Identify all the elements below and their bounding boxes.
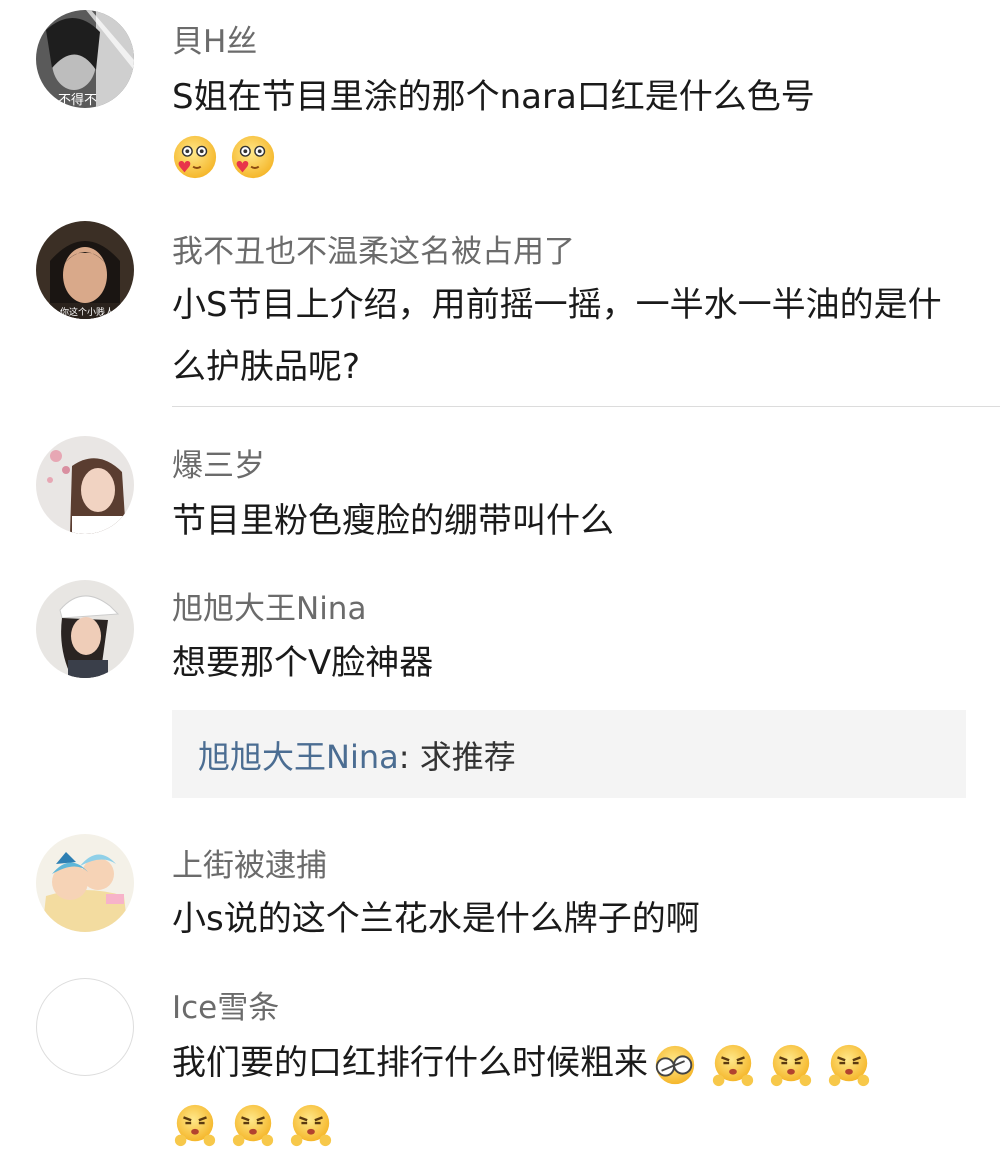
svg-text:你这个小贱人: 你这个小贱人 [60, 306, 114, 318]
emoji-row [172, 1092, 970, 1154]
svg-text:不得不: 不得不 [58, 92, 97, 108]
pouting-emoji [712, 1044, 754, 1086]
avatar[interactable]: 你这个小贱人 [36, 221, 134, 319]
avatar[interactable] [36, 436, 134, 534]
pouting-emoji [828, 1044, 870, 1086]
reply-text: 旭旭大王Nina: 求推荐 [198, 732, 516, 778]
reply-body: 求推荐 [419, 738, 516, 776]
username[interactable]: 我不丑也不温柔这名被占用了 [172, 226, 575, 271]
avatar[interactable]: 不得不 [36, 10, 134, 108]
comment-text: 我们要的口红排行什么时候粗来 [172, 1032, 970, 1094]
username[interactable]: Ice雪条 [172, 982, 279, 1027]
username[interactable]: 爆三岁 [172, 440, 265, 485]
love-face-emoji [173, 135, 217, 178]
reply-separator: : [398, 738, 420, 776]
pouting-emoji [770, 1044, 812, 1086]
comment-text: 小s说的这个兰花水是什么牌子的啊 [172, 899, 700, 939]
reply-username[interactable]: 旭旭大王Nina [198, 738, 399, 776]
comment-text: S姐在节目里涂的那个nara口红是什么色号 [172, 77, 815, 117]
divider [172, 406, 1000, 407]
avatar[interactable] [36, 580, 134, 678]
comment-text: 小S节目上介绍，用前摇一摇，一半水一半油的是什么护肤品呢? [172, 285, 942, 387]
covering-eyes-emoji [655, 1045, 695, 1084]
avatar[interactable] [36, 978, 134, 1076]
emoji-row [172, 124, 970, 186]
username[interactable]: 上街被逮捕 [172, 840, 327, 885]
love-face-emoji [231, 135, 275, 178]
pouting-emoji [232, 1104, 274, 1146]
reply-box[interactable]: 旭旭大王Nina: 求推荐 [172, 710, 966, 798]
pouting-emoji [174, 1104, 216, 1146]
comment-text: 节目里粉色瘦脸的绷带叫什么 [172, 501, 614, 541]
username[interactable]: 旭旭大王Nina [172, 583, 366, 628]
avatar[interactable] [36, 834, 134, 932]
pouting-emoji [290, 1104, 332, 1146]
comment-text: 想要那个V脸神器 [172, 643, 434, 683]
username[interactable]: 貝H丝 [172, 16, 257, 61]
